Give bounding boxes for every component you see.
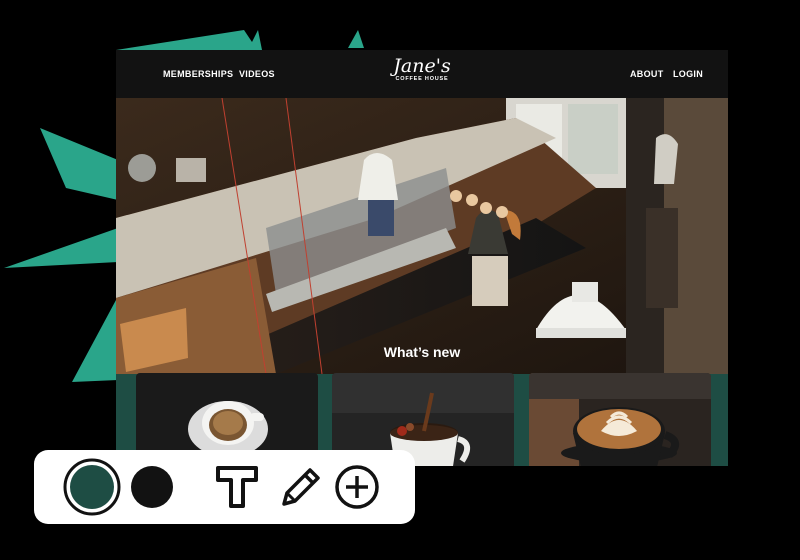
text-tool-button[interactable] [214,464,260,510]
website-preview: MEMBERSHIPS VIDEOS Jane's COFFEE HOUSE A… [116,50,728,466]
nav-login[interactable]: LOGIN [673,69,703,79]
nav-memberships[interactable]: MEMBERSHIPS [163,69,233,79]
black-color-dot [131,466,173,508]
logo-tagline: COFFEE HOUSE [395,76,449,82]
editor-toolbar [34,450,415,524]
nav-about[interactable]: ABOUT [630,69,664,79]
site-header: MEMBERSHIPS VIDEOS Jane's COFFEE HOUSE A… [116,50,728,98]
section-title: What’s new [383,344,461,360]
add-element-button[interactable] [334,464,380,510]
news-card[interactable] [529,373,711,466]
card-image-latte [529,373,711,466]
add-circle-icon [335,465,379,509]
pencil-icon [282,468,320,506]
site-logo[interactable]: Jane's COFFEE HOUSE [374,54,470,94]
text-tool-icon [216,466,258,508]
color-swatch-black[interactable] [130,465,174,509]
nav-videos[interactable]: VIDEOS [239,69,275,79]
selected-color-ring [63,458,121,516]
logo-wordmark: Jane's [393,55,451,77]
pencil-tool-button[interactable] [278,464,324,510]
color-swatch-green[interactable] [62,457,122,517]
hero-image [116,98,728,374]
